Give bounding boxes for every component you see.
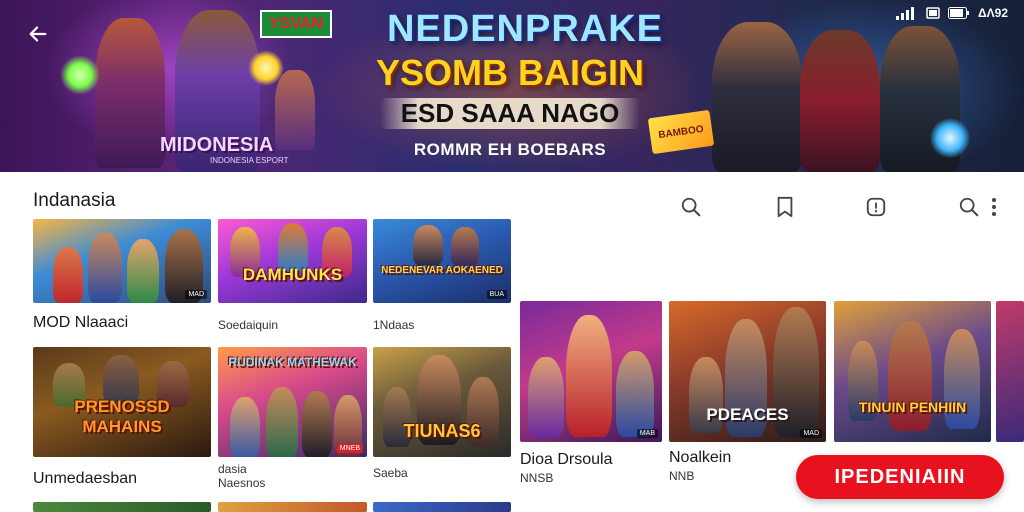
- character: [266, 387, 298, 457]
- search-secondary-button[interactable]: [956, 194, 982, 220]
- bookmark-icon: [777, 196, 793, 218]
- banner-tag-text: YSVAN: [269, 15, 323, 32]
- card-meta: 1Ndaas: [373, 318, 415, 332]
- banner-caption: ROMMR EH BOEBARS: [413, 140, 607, 159]
- search-icon: [681, 197, 701, 217]
- game-card[interactable]: [373, 502, 511, 512]
- magic-glow-blue: [930, 118, 970, 158]
- card-title: Unmedaesban: [33, 470, 138, 487]
- game-card[interactable]: RUDINAK MATHEWAK MNEB: [218, 347, 367, 457]
- back-button[interactable]: [22, 18, 54, 50]
- game-card[interactable]: NEDENEVAR AOKAENED BUA: [373, 219, 511, 303]
- search-icon: [959, 197, 979, 217]
- banner-tagline: ESD SAAA NAGO: [380, 98, 640, 129]
- status-bar: ΔΛ92: [896, 4, 1008, 22]
- game-card[interactable]: [218, 502, 367, 512]
- card-badge: MAD: [185, 290, 207, 299]
- wifi-icon: [926, 7, 940, 19]
- more-options-button[interactable]: [984, 194, 1004, 220]
- character: [616, 351, 654, 437]
- game-card[interactable]: [33, 502, 211, 512]
- promo-banner[interactable]: YSVAN NEDENPRAKE YSOMB BAIGIN ESD SAAA N…: [0, 0, 1024, 172]
- primary-cta-button[interactable]: IPEDENIAIIN: [796, 455, 1004, 499]
- magic-glow-green: [60, 55, 100, 95]
- banner-left-sublabel: INDONESIA ESPORT: [210, 156, 289, 165]
- arrow-left-icon: [29, 26, 47, 42]
- card-title: Dioa Drsoula: [520, 451, 613, 468]
- info-icon: [866, 197, 886, 217]
- hero-character-4: [712, 22, 802, 172]
- card-title-art: PRENOSSD MAHAINS: [74, 397, 170, 436]
- character: [88, 233, 122, 303]
- character: [103, 355, 139, 403]
- banner-left-label: MIDONESIA: [160, 134, 274, 156]
- card-title-art: RUDINAK MATHEWAK: [228, 355, 357, 369]
- character: [302, 391, 332, 457]
- card-meta: NNSB: [520, 471, 554, 485]
- game-card[interactable]: TIUNAS6: [373, 347, 511, 457]
- card-title-art: TINUIN PENHIIN: [858, 399, 967, 415]
- character: [451, 227, 479, 265]
- more-vertical-icon: [992, 198, 996, 216]
- card-title-art: TIUNAS6: [403, 421, 481, 441]
- character: [230, 397, 260, 457]
- card-badge: BUA: [486, 290, 507, 299]
- card-meta: Soedaiquin: [218, 318, 279, 332]
- game-card[interactable]: MAB: [520, 301, 662, 442]
- character: [53, 247, 83, 303]
- section-title: Indanasia: [33, 190, 116, 211]
- card-badge: MAB: [636, 429, 658, 438]
- game-card[interactable]: PRENOSSD MAHAINS: [33, 347, 211, 457]
- banner-title: NEDENPRAKE: [386, 8, 664, 50]
- card-meta: dasia: [218, 462, 247, 476]
- game-card[interactable]: TINUIN PENHIIN: [834, 301, 991, 442]
- game-card[interactable]: PDEACES MAD: [669, 301, 826, 442]
- game-card[interactable]: [996, 301, 1024, 442]
- banner-sticker: BAMBOO: [647, 109, 715, 155]
- card-badge: MAD: [800, 429, 822, 438]
- banner-tag: YSVAN: [260, 10, 332, 38]
- info-button[interactable]: [863, 194, 889, 220]
- hero-character-3: [275, 70, 315, 150]
- character: [528, 357, 564, 437]
- game-card[interactable]: MAD: [33, 219, 211, 303]
- bookmark-button[interactable]: [772, 194, 798, 220]
- card-title-art: PDEACES: [706, 405, 789, 424]
- game-card[interactable]: DAMHUNKS: [218, 219, 367, 303]
- battery-icon: [948, 7, 970, 19]
- card-title: MOD Nlaaaci: [33, 314, 129, 331]
- character: [127, 239, 159, 303]
- card-meta: Saeba: [373, 466, 408, 480]
- hero-character-5: [800, 30, 880, 172]
- card-badge: MNEB: [336, 444, 363, 453]
- character: [566, 315, 612, 437]
- card-meta: Naesnos: [218, 476, 266, 490]
- signal-icon: [896, 7, 915, 20]
- card-title-art: NEDENEVAR AOKAENED: [381, 265, 503, 276]
- hero-character-1: [95, 18, 165, 168]
- card-meta: NNB: [669, 469, 695, 483]
- banner-subtitle: YSOMB BAIGIN: [375, 52, 644, 93]
- card-title: Noalkein: [669, 449, 732, 466]
- card-title-art: DAMHUNKS: [242, 265, 343, 284]
- magic-glow-yellow: [248, 50, 284, 86]
- status-time: ΔΛ92: [978, 6, 1008, 20]
- character: [413, 225, 443, 265]
- search-button[interactable]: [678, 194, 704, 220]
